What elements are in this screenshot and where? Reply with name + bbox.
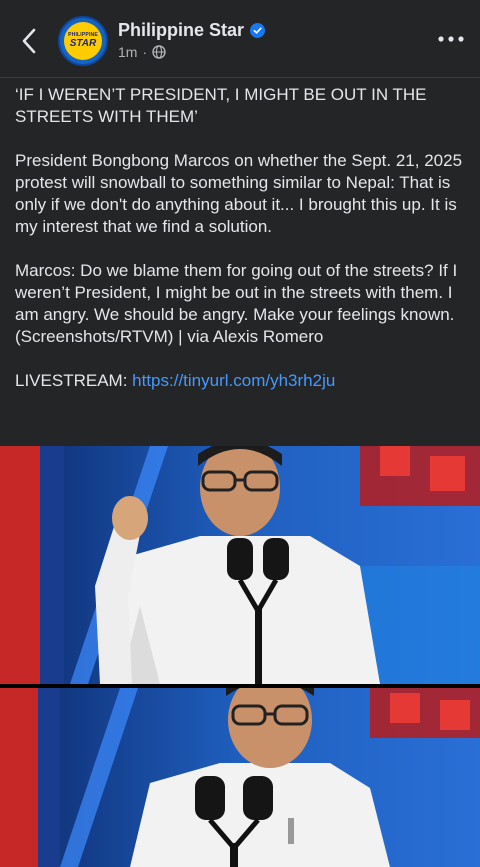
photo-2-image <box>0 688 480 867</box>
livestream-link[interactable]: https://tinyurl.com/yh3rh2ju <box>132 371 335 390</box>
photo-1-image <box>0 446 480 684</box>
post-body: ‘IF I WEREN’T PRESIDENT, I MIGHT BE OUT … <box>15 84 470 414</box>
livestream-label: LIVESTREAM: <box>15 371 128 390</box>
post-paragraph-1: President Bongbong Marcos on whether the… <box>15 151 463 236</box>
post-photo-1[interactable] <box>0 446 480 684</box>
more-options-button[interactable] <box>436 30 466 48</box>
chevron-left-icon <box>22 28 36 54</box>
page-avatar[interactable]: PHILIPPINE STAR <box>58 16 108 66</box>
livestream-line: LIVESTREAM: https://tinyurl.com/yh3rh2ju <box>15 370 470 392</box>
avatar-logo-text-bottom: STAR <box>69 38 97 49</box>
post-timestamp[interactable]: 1m <box>118 44 137 60</box>
post-header: PHILIPPINE STAR Philippine Star 1m · <box>0 0 480 78</box>
post-meta: 1m · <box>118 44 166 60</box>
post-paragraph-2: Marcos: Do we blame them for going out o… <box>15 261 458 346</box>
post-headline: ‘IF I WEREN’T PRESIDENT, I MIGHT BE OUT … <box>15 85 427 126</box>
more-options-icon <box>438 36 464 42</box>
post-photo-2[interactable] <box>0 688 480 867</box>
globe-icon <box>152 45 166 59</box>
meta-separator: · <box>142 44 148 60</box>
back-button[interactable] <box>14 24 44 58</box>
page-name[interactable]: Philippine Star <box>118 20 244 41</box>
verified-badge-icon <box>250 23 265 38</box>
